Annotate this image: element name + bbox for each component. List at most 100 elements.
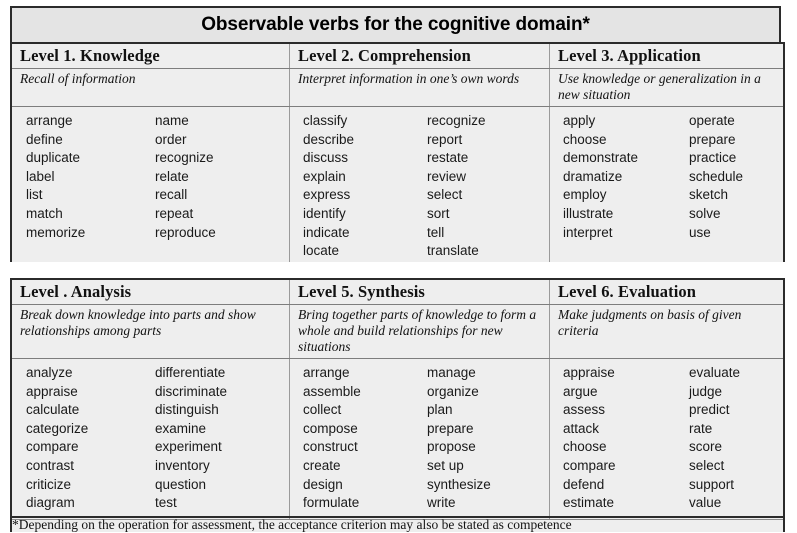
verb-item: locate	[303, 243, 340, 259]
verb-item: tell	[427, 224, 445, 240]
verb-item: memorize	[26, 224, 86, 240]
level-title: Level 5. Synthesis	[298, 282, 425, 301]
verb-item: prepare	[689, 131, 736, 147]
verb-item: practice	[689, 150, 737, 166]
verb-item: contrast	[26, 457, 75, 473]
verb-item: define	[26, 131, 63, 147]
verb-item: apply	[563, 113, 596, 128]
verb-item: assemble	[303, 383, 361, 399]
verb-item: choose	[563, 439, 607, 455]
verb-item: organize	[427, 383, 479, 399]
verb-item: argue	[563, 383, 598, 399]
verb-item: arrange	[303, 365, 350, 380]
verb-item: recognize	[427, 113, 486, 128]
level-title: Level 2. Comprehension	[298, 46, 471, 65]
verbs-cell-5: arrange assemble collect compose construct cr…	[289, 359, 549, 519]
verb-item: support	[689, 476, 735, 492]
verb-item: compare	[563, 457, 616, 473]
verb-item: create	[303, 457, 341, 473]
level-description: Make judgments on basis of given criteri…	[558, 307, 742, 338]
level-description: Break down knowledge into parts and show…	[20, 307, 256, 338]
verbs-cell-3: apply choose demonstrate dramatize employ ill…	[549, 107, 783, 267]
level-title: Level 3. Application	[558, 46, 701, 65]
verb-item: review	[427, 168, 467, 184]
verb-item: distinguish	[155, 402, 219, 418]
level-desc-cell-1: Recall of information	[12, 69, 289, 106]
verb-item: write	[427, 495, 456, 511]
level-description: Recall of information	[20, 71, 136, 86]
verb-item: value	[689, 495, 722, 511]
verb-list-left: apply choose demonstrate dramatize employ ill…	[550, 112, 689, 242]
verb-item: question	[155, 476, 207, 492]
level-description: Use knowledge or generalization in a new…	[558, 71, 761, 102]
level-desc-cell-6: Make judgments on basis of given criteri…	[549, 305, 783, 358]
verb-item: attack	[563, 420, 600, 436]
level-cell-4: Level . Analysis	[12, 280, 289, 304]
verb-item: test	[155, 495, 177, 511]
verb-item: relate	[155, 168, 189, 184]
verb-item: design	[303, 476, 343, 492]
verb-item: estimate	[563, 495, 615, 511]
verb-item: label	[26, 168, 55, 184]
verb-item: use	[689, 224, 711, 240]
verb-list-left: analyze appraise calculate categorize compar…	[12, 364, 155, 513]
verb-item: identify	[303, 205, 346, 221]
page-title: Observable verbs for the cognitive domai…	[201, 14, 590, 35]
verb-item: operate	[689, 113, 735, 128]
verb-item: collect	[303, 402, 342, 418]
verb-item: select	[689, 457, 725, 473]
level-verbs-row: analyze appraise calculate categorize compar…	[12, 358, 783, 519]
verb-item: schedule	[689, 168, 744, 184]
verb-item: assess	[563, 402, 606, 418]
verb-item: formulate	[303, 495, 360, 511]
document-page: Observable verbs for the cognitive domai…	[0, 0, 797, 532]
verb-item: evaluate	[689, 365, 741, 380]
verb-item: reproduce	[155, 224, 216, 240]
level-verbs-row: arrange define duplicate label list match memo…	[12, 106, 783, 267]
level-desc-cell-3: Use knowledge or generalization in a new…	[549, 69, 783, 106]
level-desc-cell-2: Interpret information in one’s own words	[289, 69, 549, 106]
verb-list-right: evaluate judge predict rate score select suppo…	[689, 364, 783, 513]
verb-item: appraise	[26, 383, 78, 399]
verbs-cell-6: appraise argue assess attack choose compare de…	[549, 359, 783, 519]
verb-item: propose	[427, 439, 476, 455]
verb-item: name	[155, 113, 189, 128]
verbs-cell-4: analyze appraise calculate categorize compar…	[12, 359, 289, 519]
verb-item: sort	[427, 205, 450, 221]
verb-item: compare	[26, 439, 79, 455]
verb-list-left: arrange define duplicate label list match memo…	[12, 112, 155, 242]
verb-item: duplicate	[26, 150, 81, 166]
verb-item: choose	[563, 131, 607, 147]
verb-item: appraise	[563, 365, 615, 380]
verb-item: indicate	[303, 224, 350, 240]
verb-list-right: differentiate discriminate distinguish exam…	[155, 364, 289, 513]
verbs-cell-1: arrange define duplicate label list match memo…	[12, 107, 289, 267]
verb-item: sketch	[689, 187, 729, 203]
verb-item: calculate	[26, 402, 80, 418]
verb-item: discriminate	[155, 383, 228, 399]
level-description-row: Recall of information Interpret informat…	[12, 68, 783, 106]
verb-item: report	[427, 131, 463, 147]
verb-list-right: manage organize plan prepare propose set up sy…	[427, 364, 549, 513]
verb-item: synthesize	[427, 476, 491, 492]
verb-item: express	[303, 187, 351, 203]
verb-item: dramatize	[563, 168, 623, 184]
verb-list-right: recognize report restate review select sort te…	[427, 112, 549, 261]
verb-item: examine	[155, 420, 207, 436]
level-cell-3: Level 3. Application	[549, 44, 783, 68]
footnote-text: *Depending on the operation for assessme…	[12, 517, 572, 532]
verbs-cell-2: classify describe discuss explain express ide…	[289, 107, 549, 267]
verb-item: recall	[155, 187, 188, 203]
verb-item: recognize	[155, 150, 214, 166]
verb-item: order	[155, 131, 187, 147]
page-break-gap	[0, 262, 797, 278]
verb-item: set up	[427, 457, 464, 473]
verb-item: restate	[427, 150, 469, 166]
verb-item: repeat	[155, 205, 194, 221]
verb-list-left: classify describe discuss explain express ide…	[290, 112, 427, 261]
verb-item: manage	[427, 365, 476, 380]
verb-item: solve	[689, 205, 721, 221]
verb-list-left: arrange assemble collect compose construct cr…	[290, 364, 427, 513]
verb-item: describe	[303, 131, 355, 147]
verb-item: inventory	[155, 457, 210, 473]
